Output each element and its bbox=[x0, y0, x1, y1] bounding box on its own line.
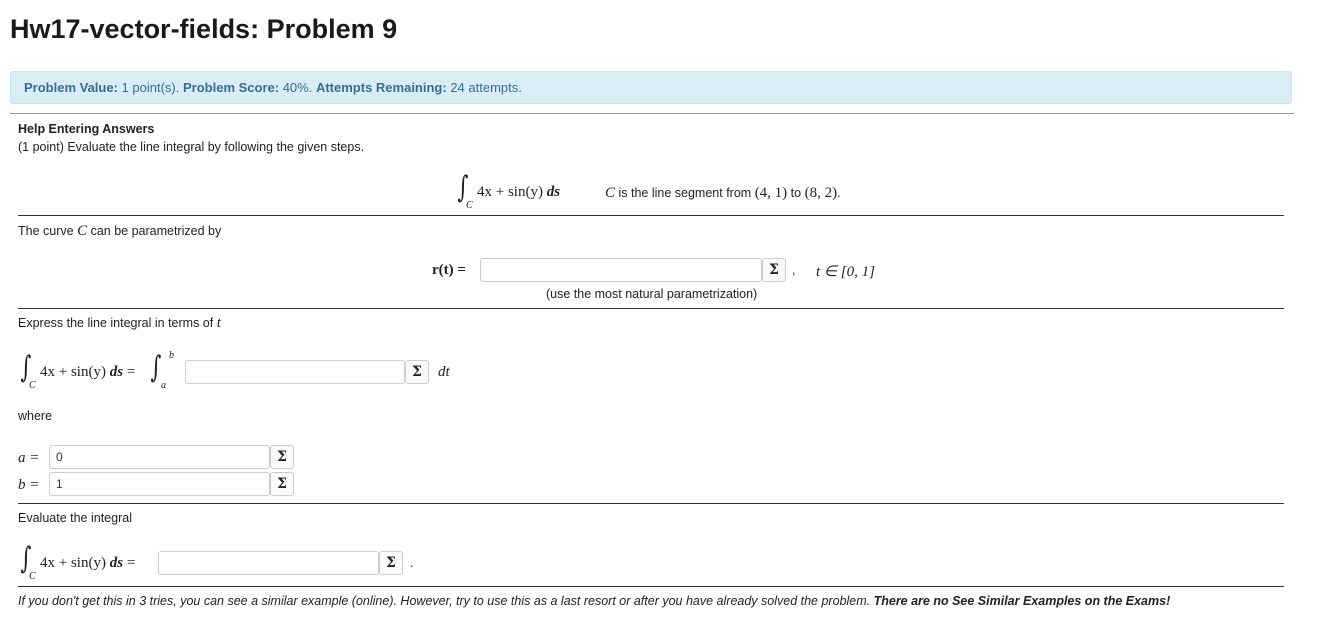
curve-var: C bbox=[605, 185, 616, 201]
r-of-t-label: r(t) = bbox=[432, 262, 466, 278]
step2-label: Express the line integral in terms of t bbox=[18, 315, 221, 332]
equation-editor-icon[interactable]: Σ bbox=[405, 360, 429, 384]
curve-description: C is the line segment from (4, 1) to (8,… bbox=[605, 185, 841, 202]
problem-value-label: Problem Value: bbox=[24, 80, 118, 95]
equation-editor-icon[interactable]: Σ bbox=[379, 551, 403, 575]
divider bbox=[18, 503, 1284, 504]
step3-integral: ∫ C 4x + sin(y) ds = bbox=[18, 541, 158, 587]
period: . bbox=[410, 556, 414, 570]
point-start: (4, 1) bbox=[754, 185, 788, 201]
step1-label: The curve C can be parametrized by bbox=[18, 223, 221, 240]
divider bbox=[10, 113, 1294, 114]
upper-limit-b: b bbox=[169, 350, 174, 361]
equals: = bbox=[126, 364, 136, 380]
ds-symbol: ds bbox=[546, 184, 561, 200]
step3-label: Evaluate the integral bbox=[18, 511, 132, 525]
integral-lower-limit: C bbox=[29, 380, 36, 391]
step1-label-post: can be parametrized by bbox=[90, 224, 222, 238]
integrand: 4x + sin(y) bbox=[40, 555, 106, 571]
attempts-remaining: 24 attempts. bbox=[450, 80, 522, 95]
page-title: Hw17-vector-fields: Problem 9 bbox=[10, 14, 398, 44]
segment-text: is the line segment from bbox=[618, 186, 752, 200]
footer-bold-note: There are no See Similar Examples on the… bbox=[873, 594, 1171, 608]
where-label: where bbox=[18, 409, 53, 423]
step1-label-pre: The curve bbox=[18, 224, 74, 238]
upper-limit-b-input[interactable] bbox=[49, 472, 270, 496]
integral-value-input[interactable] bbox=[158, 551, 379, 575]
footer-note-text: If you don't get this in 3 tries, you ca… bbox=[18, 594, 871, 608]
problem-info-bar: Problem Value: 1 point(s). Problem Score… bbox=[10, 71, 1292, 104]
ds-symbol: ds bbox=[109, 555, 124, 571]
divider bbox=[18, 308, 1284, 309]
integrand-in-t-input[interactable] bbox=[185, 360, 405, 384]
ds-symbol: ds bbox=[109, 364, 124, 380]
help-entering-answers-link[interactable]: Help Entering Answers bbox=[18, 122, 154, 136]
to-text: to bbox=[790, 186, 802, 200]
step2-label-text: Express the line integral in terms of bbox=[18, 316, 214, 330]
comma: , bbox=[792, 263, 796, 277]
problem-score: 40%. bbox=[282, 80, 313, 95]
problem-intro: (1 point) Evaluate the line integral by … bbox=[18, 140, 365, 154]
problem-value: 1 point(s). bbox=[121, 80, 180, 95]
problem-score-label: Problem Score: bbox=[182, 80, 280, 95]
step1-label-var: C bbox=[77, 223, 88, 239]
parametrization-input[interactable] bbox=[480, 258, 762, 282]
equation-editor-icon[interactable]: Σ bbox=[762, 258, 786, 282]
footer-note: If you don't get this in 3 tries, you ca… bbox=[18, 594, 1170, 608]
attempts-remaining-label: Attempts Remaining: bbox=[315, 80, 447, 95]
lower-limit-a: a bbox=[161, 380, 166, 391]
dt-symbol: dt bbox=[438, 364, 450, 380]
equation-editor-icon[interactable]: Σ bbox=[270, 472, 294, 496]
integrand: 4x + sin(y) bbox=[477, 184, 543, 200]
equation-editor-icon[interactable]: Σ bbox=[270, 445, 294, 469]
integral-lower-limit: C bbox=[29, 571, 36, 582]
point-end: (8, 2) bbox=[804, 185, 838, 201]
lower-limit-a-input[interactable] bbox=[49, 445, 270, 469]
definite-integral: ∫ b a bbox=[148, 350, 178, 396]
integral-lower-limit: C bbox=[466, 200, 473, 211]
integral-sign: ∫ bbox=[150, 350, 162, 385]
divider bbox=[18, 215, 1284, 216]
parametrization-hint: (use the most natural parametrization) bbox=[546, 287, 758, 301]
integrand: 4x + sin(y) bbox=[40, 364, 106, 380]
divider bbox=[18, 586, 1284, 587]
b-label: b = bbox=[18, 477, 40, 493]
period: . bbox=[837, 186, 841, 200]
equals: = bbox=[126, 555, 136, 571]
main-integral: ∫ C 4x + sin(y) ds bbox=[455, 170, 585, 216]
a-label: a = bbox=[18, 450, 40, 466]
t-domain: t ∈ [0, 1] bbox=[816, 264, 875, 280]
step2-label-var: t bbox=[216, 315, 221, 331]
